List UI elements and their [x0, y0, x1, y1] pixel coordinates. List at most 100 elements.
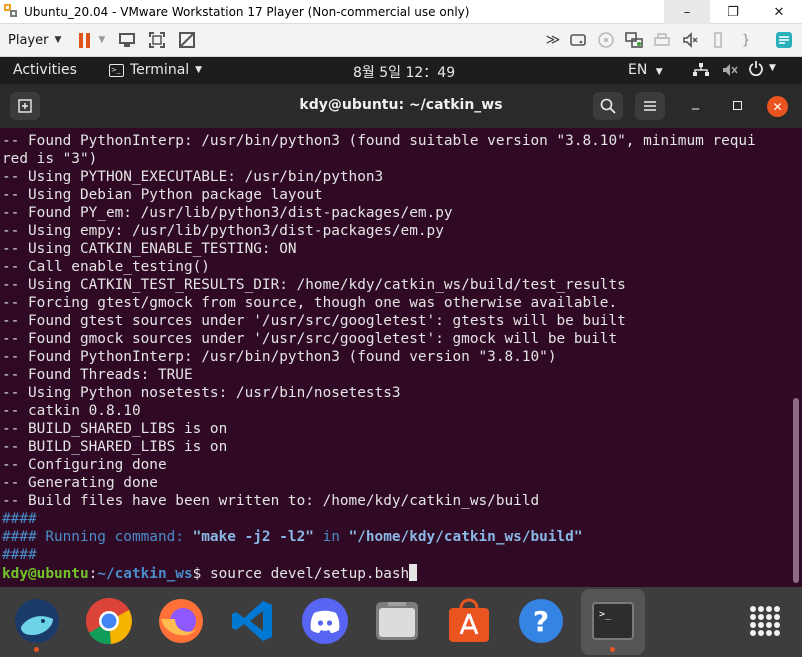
- pause-icon[interactable]: [79, 32, 91, 48]
- terminal-icon-glyph: >_: [599, 609, 612, 620]
- terminal-output-line: -- Found gtest sources under '/usr/src/g…: [2, 313, 626, 329]
- vmware-logo-icon: [4, 3, 20, 20]
- pause-dropdown-icon[interactable]: ▼: [98, 35, 105, 45]
- forward-icon[interactable]: ≫: [543, 30, 563, 50]
- dock-terminal[interactable]: >_: [588, 596, 638, 652]
- prompt-user: kdy@ubuntu: [2, 566, 89, 582]
- software-bag-icon: [449, 598, 489, 642]
- minimize-window-icon[interactable]: _: [692, 94, 699, 110]
- terminal-output-line: red is "3"): [2, 151, 98, 167]
- search-button[interactable]: [593, 92, 623, 120]
- chrome-icon: [86, 598, 132, 645]
- run-command: "make -j2 -l2": [192, 529, 314, 545]
- power-icon[interactable]: ▼: [748, 60, 776, 76]
- network-icon[interactable]: [693, 63, 709, 81]
- fullscreen-icon[interactable]: [147, 30, 167, 50]
- terminal-app-icon: >_: [592, 602, 634, 640]
- search-icon: [600, 98, 616, 114]
- input-language-menu[interactable]: EN ▼: [628, 62, 663, 78]
- scrollbar-thumb[interactable]: [793, 398, 799, 583]
- ubuntu-dock: ? >_: [0, 587, 802, 657]
- unity-mode-icon[interactable]: [177, 30, 197, 50]
- whale-app-icon: [15, 599, 59, 643]
- firefox-icon: [159, 599, 203, 643]
- minimize-button[interactable]: –: [664, 0, 710, 24]
- vmware-title-bar: Ubuntu_20.04 - VMware Workstation 17 Pla…: [0, 0, 802, 24]
- network-adapter-icon[interactable]: [624, 30, 644, 50]
- terminal-title: kdy@ubuntu: ~/catkin_ws: [299, 97, 503, 113]
- chevron-down-icon: ▼: [769, 63, 776, 73]
- terminal-output-line: -- catkin 0.8.10: [2, 403, 141, 419]
- input-language-label: EN: [628, 62, 648, 78]
- maximize-window-icon[interactable]: [733, 101, 742, 110]
- vscode-icon: [232, 601, 272, 641]
- dock-vscode[interactable]: [228, 596, 278, 646]
- terminal-output-line: -- Build files have been written to: /ho…: [2, 493, 540, 509]
- printer-icon[interactable]: [652, 30, 672, 50]
- terminal-headerbar: kdy@ubuntu: ~/catkin_ws _ ✕: [0, 84, 802, 128]
- terminal-app-menu[interactable]: >_ Terminal ▼: [109, 62, 202, 78]
- terminal-output-line: -- Found PY_em: /usr/lib/python3/dist-pa…: [2, 205, 453, 221]
- cd-drive-icon[interactable]: [596, 30, 616, 50]
- terminal-output-line: -- Call enable_testing(): [2, 259, 210, 275]
- hard-disk-icon[interactable]: [568, 30, 588, 50]
- run-prefix: #### Running command:: [2, 529, 193, 545]
- player-menu-button[interactable]: Player: [8, 33, 48, 48]
- volume-muted-icon[interactable]: [722, 63, 738, 81]
- terminal-scrollbar[interactable]: [790, 128, 802, 587]
- chevron-down-icon: ▼: [655, 67, 663, 77]
- maximize-button[interactable]: ❐: [710, 0, 756, 24]
- terminal-output-line: -- Forcing gtest/gmock from source, thou…: [2, 295, 618, 311]
- clock[interactable]: 8월 5일 12：49: [353, 62, 455, 82]
- prompt-path: ~/catkin_ws: [97, 566, 193, 582]
- activities-button[interactable]: Activities: [13, 62, 77, 78]
- terminal-output-line: -- Found gmock sources under '/usr/src/g…: [2, 331, 618, 347]
- discord-icon: [302, 598, 348, 644]
- dock-help[interactable]: ?: [516, 596, 566, 646]
- window-title: Ubuntu_20.04 - VMware Workstation 17 Pla…: [24, 4, 470, 19]
- terminal-output-line: -- Configuring done: [2, 457, 167, 473]
- close-button[interactable]: ✕: [756, 0, 802, 24]
- usb-icon[interactable]: [708, 30, 728, 50]
- more-devices-icon[interactable]: }: [736, 30, 756, 50]
- dock-firefox[interactable]: [156, 596, 206, 646]
- hash-separator-line: ####: [2, 511, 37, 527]
- command-input[interactable]: source devel/setup.bash: [210, 566, 409, 582]
- terminal-output-line: -- Using PYTHON_EXECUTABLE: /usr/bin/pyt…: [2, 169, 384, 185]
- run-in: in: [313, 529, 349, 545]
- terminal-output-line: -- Using empy: /usr/lib/python3/dist-pac…: [2, 223, 444, 239]
- chevron-down-icon[interactable]: ▼: [54, 35, 61, 45]
- sound-card-icon[interactable]: [680, 30, 700, 50]
- terminal-output-line: -- Found PythonInterp: /usr/bin/python3 …: [2, 133, 756, 149]
- vmware-toolbar: Player ▼ ▼ ≫ }: [0, 24, 802, 57]
- send-ctrl-alt-del-icon[interactable]: [117, 30, 137, 50]
- show-applications-button[interactable]: [740, 596, 790, 646]
- gnome-top-bar: Activities >_ Terminal ▼ 8월 5일 12：49 EN …: [0, 57, 802, 84]
- terminal-output-line: -- Using Python nosetests: /usr/bin/nose…: [2, 385, 401, 401]
- terminal-output-line: -- Found PythonInterp: /usr/bin/python3 …: [2, 349, 557, 365]
- dock-discord[interactable]: [300, 596, 350, 646]
- running-command-line: #### Running command: "make -j2 -l2" in …: [2, 528, 790, 546]
- terminal-output-line: -- Found Threads: TRUE: [2, 367, 193, 383]
- app-menu-label: Terminal: [130, 62, 190, 78]
- terminal-output-line: -- Using CATKIN_ENABLE_TESTING: ON: [2, 241, 297, 257]
- terminal-output-line: -- BUILD_SHARED_LIBS is on: [2, 421, 228, 437]
- prompt-separator: :: [88, 566, 98, 582]
- chevron-down-icon: ▼: [195, 65, 203, 75]
- terminal-output[interactable]: -- Found PythonInterp: /usr/bin/python3 …: [0, 128, 790, 587]
- hamburger-menu-button[interactable]: [635, 92, 665, 120]
- dock-chrome[interactable]: [84, 596, 134, 646]
- prompt-line: kdy@ubuntu:~/catkin_ws$ source devel/set…: [2, 564, 790, 582]
- files-folder-icon: [376, 602, 418, 640]
- grid-icon: [750, 606, 780, 636]
- dock-files[interactable]: [372, 596, 422, 646]
- notes-icon[interactable]: [774, 30, 794, 50]
- dock-software-center[interactable]: [12, 596, 62, 652]
- dock-ubuntu-software[interactable]: [444, 596, 494, 646]
- help-question-glyph: ?: [532, 604, 550, 638]
- hash-separator-line: ####: [2, 547, 37, 563]
- terminal-small-icon: >_: [109, 63, 124, 77]
- close-window-button[interactable]: ✕: [767, 96, 788, 117]
- terminal-output-line: -- Using CATKIN_TEST_RESULTS_DIR: /home/…: [2, 277, 626, 293]
- menu-icon: [644, 101, 656, 111]
